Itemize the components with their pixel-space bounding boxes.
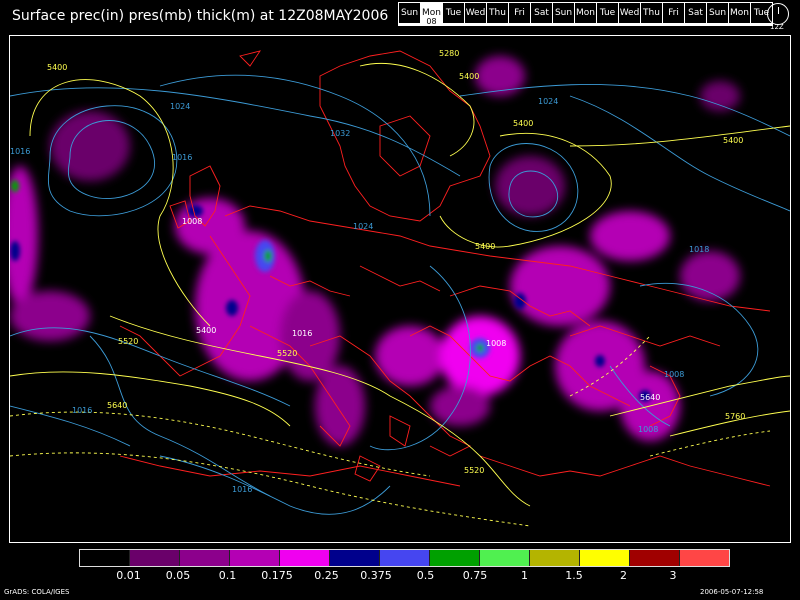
contour-label: 1018	[689, 245, 709, 254]
map-title: Surface prec(in) pres(mb) thick(m) at 12…	[12, 8, 389, 24]
day-cell: Fri	[509, 3, 530, 23]
generation-timestamp: 2006-05-07-12:58	[700, 588, 764, 596]
day-cell: Sat	[685, 3, 706, 23]
day-cell: Thu	[487, 3, 508, 23]
legend-label: 3	[669, 569, 677, 582]
contour-label: 5400	[513, 119, 533, 128]
contour-label: 1024	[538, 97, 558, 106]
active-date: 08	[426, 17, 437, 26]
day-label: Wed	[619, 8, 640, 18]
legend-label: 1.5	[565, 569, 583, 582]
legend-swatch	[380, 550, 430, 566]
contour-label: 5400	[723, 136, 743, 145]
clock-time-label: 12Z	[770, 23, 784, 31]
day-label: Mon	[730, 8, 749, 18]
contour-label: 5520	[277, 349, 297, 358]
contour-label: 1016	[292, 329, 312, 338]
day-cell: Mon	[729, 3, 750, 23]
day-label: Wed	[465, 8, 486, 18]
legend-swatch	[130, 550, 180, 566]
day-label: Sat	[534, 8, 549, 18]
contour-label: 1008	[182, 217, 202, 226]
day-label: Fri	[514, 8, 525, 18]
forecast-day-bar: Sun Mon 08 Tue Wed Thu Fri Sat Sun Mon Tue Wed Thu Fr…	[398, 2, 773, 26]
contour-label: 1008	[486, 339, 506, 348]
contour-label: 5520	[464, 466, 484, 475]
legend-label: 0.25	[314, 569, 339, 582]
day-label: Sun	[554, 8, 573, 18]
day-cell: Sun	[553, 3, 574, 23]
legend-labels: 0.01 0.05 0.1 0.175 0.25 0.375 0.5 0.75 1 1.5 2 3	[79, 569, 723, 583]
legend-swatch	[480, 550, 530, 566]
contour-label: 5760	[725, 412, 745, 421]
contour-label: 5520	[118, 337, 138, 346]
legend-swatch	[430, 550, 480, 566]
contour-label: 5400	[196, 326, 216, 335]
legend-label: 0.375	[360, 569, 392, 582]
day-label: Tue	[445, 8, 462, 18]
legend-swatch	[280, 550, 330, 566]
contour-label: 1032	[330, 129, 350, 138]
contour-label: 5400	[459, 72, 479, 81]
day-cell: Sun	[707, 3, 728, 23]
contour-label: 1008	[664, 370, 684, 379]
contour-label: 1016	[72, 406, 92, 415]
legend-label: 0.05	[165, 569, 191, 582]
day-cell: Tue	[443, 3, 464, 23]
legend-swatch	[580, 550, 630, 566]
day-cell: Thu	[641, 3, 662, 23]
weather-map: 1016 1024 1032 1016 1008 1024 1024 1018 …	[9, 35, 791, 543]
legend-label: 0.01	[116, 569, 141, 582]
contour-label: 1024	[353, 222, 373, 231]
day-cell: Wed	[465, 3, 486, 23]
clock-icon	[767, 3, 789, 25]
day-cell: Sun	[399, 3, 420, 23]
day-cell: Fri	[663, 3, 684, 23]
day-label: Mon	[576, 8, 595, 18]
legend-swatch	[530, 550, 580, 566]
contour-label: 1016	[172, 153, 192, 162]
legend-swatch	[630, 550, 680, 566]
software-credit: GrADS: COLA/IGES	[4, 588, 70, 596]
legend-swatch	[180, 550, 230, 566]
legend-label: 0.175	[261, 569, 293, 582]
contour-label: 1008	[638, 425, 658, 434]
contour-label: 5640	[107, 401, 127, 410]
day-label: Sat	[688, 8, 703, 18]
legend-label: 0.5	[416, 569, 435, 582]
legend-label: 2	[620, 569, 627, 582]
day-label: Thu	[643, 8, 660, 18]
legend-swatch	[330, 550, 380, 566]
day-cell: Sat	[531, 3, 552, 23]
precipitation-color-legend	[79, 549, 730, 567]
legend-swatch	[230, 550, 280, 566]
contour-label: 1024	[170, 102, 190, 111]
day-label: Thu	[489, 8, 506, 18]
contour-label: 5640	[640, 393, 660, 402]
legend-label: 1	[521, 569, 528, 582]
legend-swatch	[680, 550, 729, 566]
day-cell: Wed	[619, 3, 640, 23]
day-cell: Tue	[597, 3, 618, 23]
contour-label: 5400	[47, 63, 67, 72]
day-label: Sun	[708, 8, 727, 18]
contour-label: 5280	[439, 49, 459, 58]
day-label: Fri	[668, 8, 679, 18]
contour-label: 1016	[10, 147, 30, 156]
contour-label: 5400	[475, 242, 495, 251]
legend-swatch	[80, 550, 130, 566]
day-cell: Mon	[575, 3, 596, 23]
day-cell: Mon 08	[421, 3, 442, 26]
day-label: Tue	[599, 8, 616, 18]
legend-label: 0.75	[462, 569, 488, 582]
contour-label: 1016	[232, 485, 252, 494]
legend-label: 0.1	[218, 569, 237, 582]
day-label: Sun	[400, 8, 419, 18]
